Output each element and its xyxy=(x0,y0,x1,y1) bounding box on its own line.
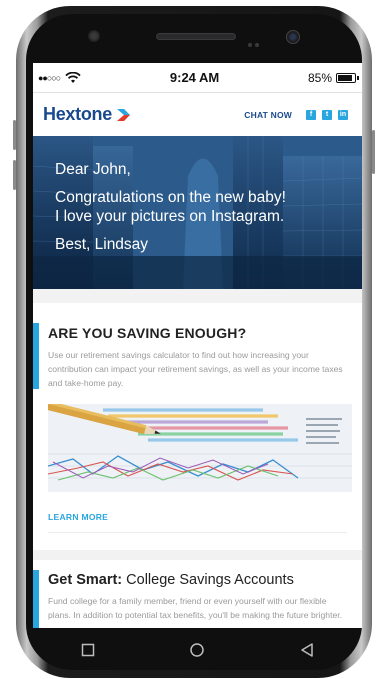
screen: ●●○○○ 9:24 AM 85% Hextone CHAT NOW f t i… xyxy=(33,63,362,628)
hextone-logo[interactable]: Hextone xyxy=(43,104,131,125)
volume-down-button xyxy=(13,160,16,190)
battery-percent: 85% xyxy=(307,70,332,85)
signoff: Best, Lindsay xyxy=(55,236,149,253)
card-body: Fund college for a family member, friend… xyxy=(48,596,343,620)
facebook-icon[interactable]: f xyxy=(306,109,316,120)
volume-up-button xyxy=(13,120,16,150)
square-icon xyxy=(81,643,95,657)
android-nav-bar xyxy=(33,628,362,672)
card-body: Use our retirement savings calculator to… xyxy=(48,350,343,388)
greeting: Dear John, xyxy=(55,161,131,178)
sensor-dots-icon xyxy=(248,34,266,47)
triangle-back-icon xyxy=(301,643,313,657)
chart-with-pencil-image xyxy=(48,404,352,492)
back-button[interactable] xyxy=(297,640,317,660)
status-bar: ●●○○○ 9:24 AM 85% xyxy=(33,63,362,93)
power-button xyxy=(372,130,375,174)
circle-icon xyxy=(190,643,205,657)
battery-icon xyxy=(336,72,359,83)
college-savings-card: Get Smart: College Savings Accounts Fund… xyxy=(33,560,362,628)
card-title-bold: Get Smart: xyxy=(48,572,123,588)
card-accent-bar xyxy=(33,323,39,389)
chart-photo-illustration xyxy=(48,404,352,492)
battery-fill xyxy=(338,74,352,81)
message-line-2: I love your pictures on Instagram. xyxy=(55,208,285,225)
retirement-savings-card: ARE YOU SAVING ENOUGH? Use our retiremen… xyxy=(33,303,362,550)
card-title: ARE YOU SAVING ENOUGH? xyxy=(48,325,247,341)
earpiece-speaker xyxy=(156,33,236,40)
learn-more-link[interactable]: LEARN MORE xyxy=(48,512,347,522)
signal-strength-icon: ●●○○○ xyxy=(38,72,61,83)
card-divider xyxy=(48,532,347,533)
card-accent-bar xyxy=(33,570,39,628)
card-title: Get Smart: College Savings Accounts xyxy=(48,572,347,588)
hero-banner: Dear John, Congratulations on the new ba… xyxy=(33,136,362,289)
home-button[interactable] xyxy=(187,640,207,660)
chat-now-link[interactable]: CHAT NOW xyxy=(244,110,292,120)
status-time: 9:24 AM xyxy=(169,70,220,85)
email-header: Hextone CHAT NOW f t in xyxy=(33,93,362,136)
linkedin-icon[interactable]: in xyxy=(338,109,348,120)
message-line-1: Congratulations on the new baby! xyxy=(55,189,286,206)
twitter-icon[interactable]: t xyxy=(322,109,332,120)
personal-message: Dear John, Congratulations on the new ba… xyxy=(55,160,286,263)
logo-text: Hextone xyxy=(43,104,112,124)
recent-apps-button[interactable] xyxy=(78,640,98,660)
proximity-sensor-icon xyxy=(88,30,100,42)
front-camera-icon xyxy=(286,30,300,44)
logo-mark-icon xyxy=(116,108,130,121)
wifi-icon xyxy=(65,71,81,83)
card-title-rest: College Savings Accounts xyxy=(122,572,294,588)
